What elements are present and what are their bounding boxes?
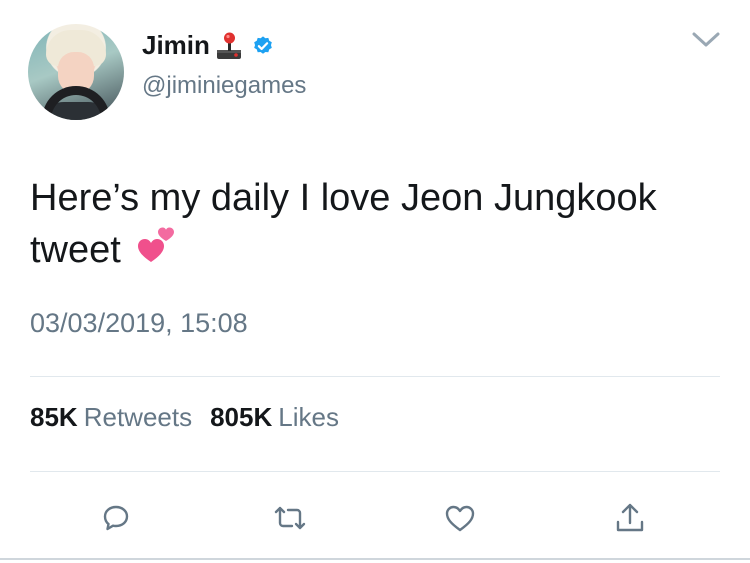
retweets-count: 85K: [30, 402, 78, 432]
chevron-down-icon[interactable]: [690, 28, 722, 50]
two-hearts-icon: [138, 227, 175, 262]
retweet-icon[interactable]: [272, 500, 308, 536]
tweet-text: Here’s my daily I love Jeon Jungkook twe…: [30, 172, 730, 276]
display-name[interactable]: Jimin: [142, 30, 210, 61]
tweet-card: Jimin @jiminiegames Here’s my daily I lo…: [0, 0, 750, 563]
divider: [30, 471, 720, 472]
likes-count: 805K: [210, 402, 273, 432]
likes-stat[interactable]: 805K Likes: [210, 402, 339, 433]
reply-icon[interactable]: [98, 500, 134, 536]
user-name-row[interactable]: Jimin: [142, 30, 274, 61]
bottom-border: [0, 558, 750, 560]
user-handle[interactable]: @jiminiegames: [142, 72, 306, 100]
tweet-body: Here’s my daily I love Jeon Jungkook twe…: [30, 177, 657, 271]
retweets-label: Retweets: [83, 402, 193, 432]
avatar-headphones: [42, 86, 110, 120]
tweet-timestamp[interactable]: 03/03/2019, 15:08: [30, 308, 248, 339]
tweet-actions: [0, 500, 750, 536]
joystick-icon: [216, 32, 241, 59]
retweets-stat[interactable]: 85K Retweets: [30, 402, 192, 433]
share-icon[interactable]: [612, 500, 648, 536]
like-icon[interactable]: [442, 500, 478, 536]
divider: [30, 376, 720, 377]
verified-badge-icon: [254, 35, 272, 54]
avatar[interactable]: [28, 24, 124, 120]
likes-label: Likes: [278, 402, 339, 432]
tweet-stats: 85K Retweets 805K Likes: [30, 402, 339, 433]
